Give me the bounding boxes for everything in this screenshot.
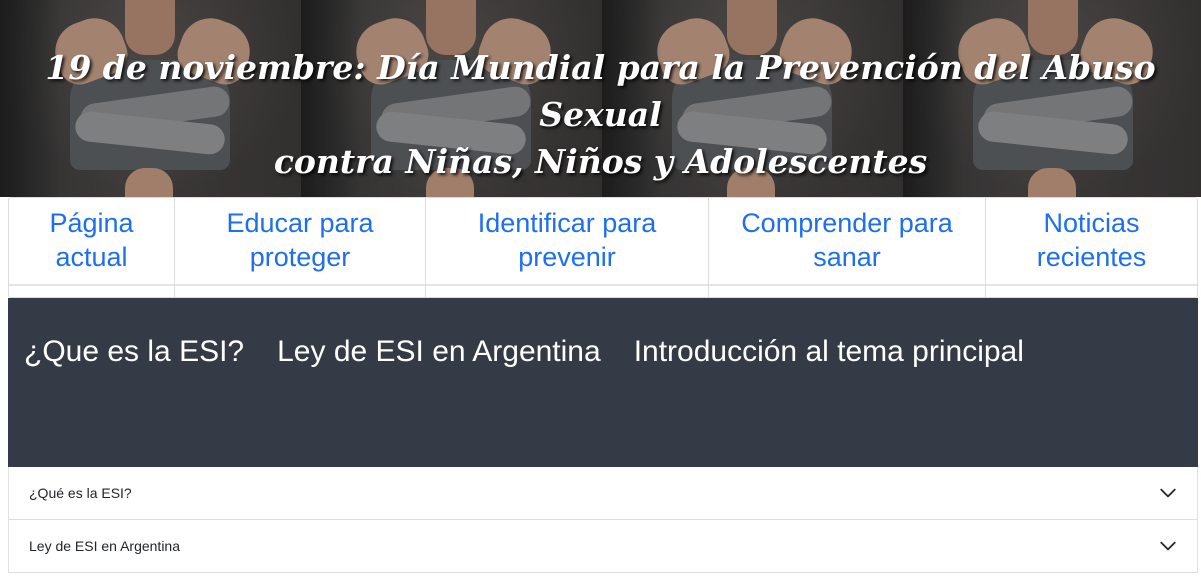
section-link-introduccion[interactable]: Introducción al tema principal <box>634 334 1024 370</box>
main-nav: Página actual Educar para proteger Ident… <box>8 197 1198 298</box>
page-title-line2: contra Niñas, Niños y Adolescentes <box>273 142 928 181</box>
section-nav: ¿Que es la ESI? Ley de ESI en Argentina … <box>24 334 1057 370</box>
section-nav-panel: ¿Que es la ESI? Ley de ESI en Argentina … <box>8 298 1198 467</box>
nav-link-identificar-para-prevenir[interactable]: Identificar para prevenir <box>426 198 708 284</box>
section-link-ley-esi[interactable]: Ley de ESI en Argentina <box>277 334 601 370</box>
nav-item-educar: Educar para proteger <box>175 198 426 297</box>
page-title: 19 de noviembre: Día Mundial para la Pre… <box>0 44 1201 185</box>
accordion: ¿Qué es la ESI? Ley de ESI en Argentina <box>8 467 1198 573</box>
accordion-item-label: Ley de ESI en Argentina <box>29 538 180 554</box>
nav-item-pagina-actual: Página actual <box>9 198 175 297</box>
page-title-line1: 19 de noviembre: Día Mundial para la Pre… <box>45 48 1156 134</box>
chevron-down-icon[interactable] <box>1159 484 1177 502</box>
nav-link-educar-para-proteger[interactable]: Educar para proteger <box>175 198 425 284</box>
accordion-item-label: ¿Qué es la ESI? <box>29 485 132 501</box>
chevron-down-icon[interactable] <box>1159 537 1177 555</box>
hero-banner: 19 de noviembre: Día Mundial para la Pre… <box>0 0 1201 197</box>
nav-item-comprender: Comprender para sanar <box>709 198 986 297</box>
nav-link-comprender-para-sanar[interactable]: Comprender para sanar <box>709 198 985 284</box>
section-link-que-es-esi[interactable]: ¿Que es la ESI? <box>24 334 244 370</box>
nav-item-identificar: Identificar para prevenir <box>426 198 709 297</box>
nav-item-noticias: Noticias recientes <box>986 198 1197 297</box>
accordion-item-ley-esi[interactable]: Ley de ESI en Argentina <box>9 520 1197 573</box>
accordion-item-que-es-esi[interactable]: ¿Qué es la ESI? <box>9 467 1197 520</box>
nav-link-pagina-actual[interactable]: Página actual <box>9 198 174 284</box>
nav-link-noticias-recientes[interactable]: Noticias recientes <box>986 198 1197 284</box>
